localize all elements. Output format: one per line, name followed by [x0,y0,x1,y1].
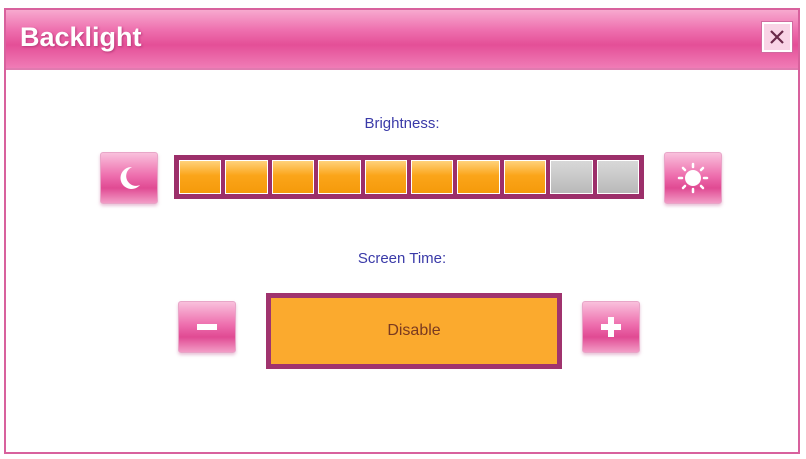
brightness-increase-button[interactable] [664,152,722,204]
brightness-segment[interactable] [225,160,268,194]
brightness-segment[interactable] [318,160,361,194]
brightness-segment[interactable] [550,160,593,194]
brightness-bar[interactable] [174,155,644,199]
minus-icon [197,324,217,330]
close-icon [770,30,784,44]
window-title: Backlight [20,22,142,52]
screen-time-decrease-button[interactable] [178,301,236,353]
brightness-segment[interactable] [411,160,454,194]
close-button[interactable] [762,22,792,52]
brightness-decrease-button[interactable] [100,152,158,204]
plus-icon [601,317,621,337]
brightness-segment[interactable] [503,160,547,194]
moon-icon [120,166,140,189]
backlight-dialog: Backlight Brightness: Screen Time: Disab… [4,8,800,454]
brightness-segment[interactable] [364,160,408,194]
sun-icon [677,162,709,194]
brightness-segment[interactable] [457,160,500,194]
brightness-segment[interactable] [271,160,315,194]
brightness-segment[interactable] [596,160,640,194]
brightness-segment[interactable] [179,160,222,194]
screen-time-value-text: Disable [387,322,441,339]
title-bar: Backlight [6,10,798,70]
screen-time-value: Disable [266,293,562,369]
screen-time-label: Screen Time: [357,250,447,267]
screen-time-increase-button[interactable] [582,301,640,353]
brightness-label: Brightness: [364,115,440,132]
